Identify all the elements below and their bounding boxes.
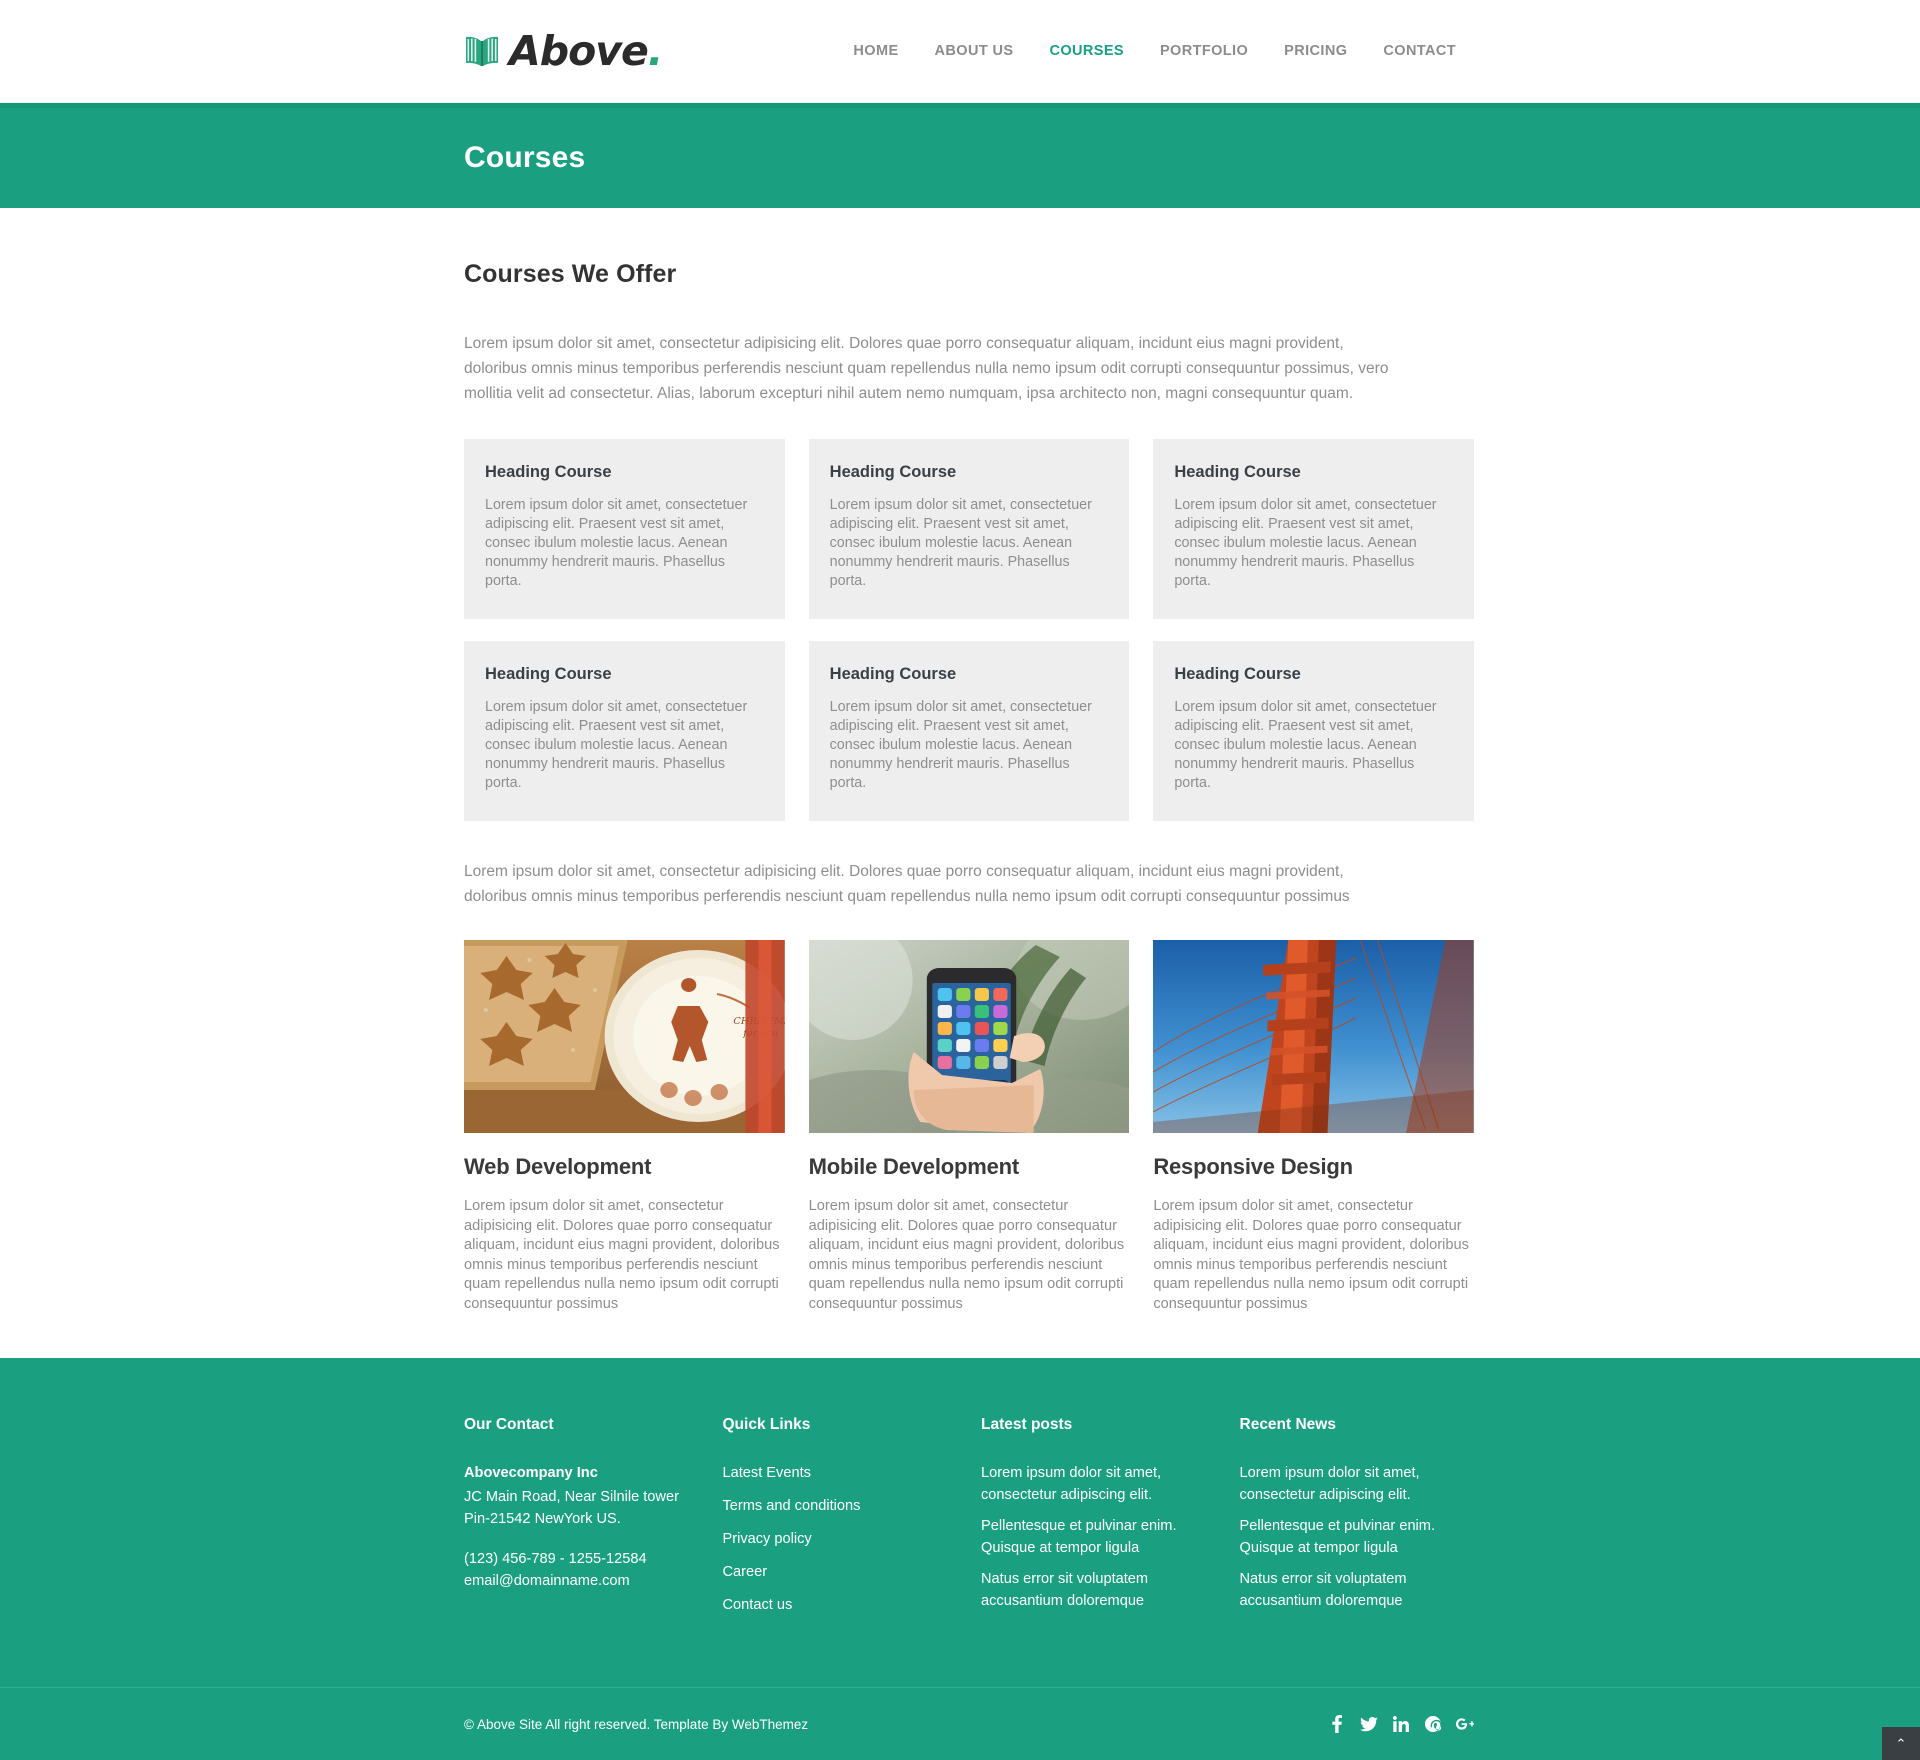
main-navigation[interactable]: HOME ABOUT US COURSES PORTFOLIO PRICING … xyxy=(835,33,1474,69)
service-item: CHRISTMAS SWEETS for you Web Development… xyxy=(464,940,785,1314)
course-card-text: Lorem ipsum dolor sit amet, consectetuer… xyxy=(829,497,1092,589)
facebook-icon[interactable] xyxy=(1328,1715,1346,1733)
chevron-up-icon: ⌃ xyxy=(1895,1735,1907,1751)
brand-logo[interactable]: Above. xyxy=(464,26,663,75)
course-card[interactable]: Heading Course Lorem ipsum dolor sit ame… xyxy=(1153,641,1474,821)
service-grid: CHRISTMAS SWEETS for you Web Development… xyxy=(464,940,1474,1314)
course-card-text: Lorem ipsum dolor sit amet, consectetuer… xyxy=(485,497,748,589)
nav-item-about-us[interactable]: ABOUT US xyxy=(917,33,1032,69)
section-title: Courses We Offer xyxy=(464,260,677,288)
course-card-text: Lorem ipsum dolor sit amet, consectetuer… xyxy=(485,699,748,791)
golden-gate-bridge-photo[interactable] xyxy=(1153,940,1474,1133)
course-card-title: Heading Course xyxy=(829,665,957,683)
footer-heading-recent-news: Recent News xyxy=(1239,1416,1336,1433)
footer-column-quick-links: Quick Links Latest Events Terms and cond… xyxy=(723,1414,958,1627)
course-card-title: Heading Course xyxy=(1174,665,1301,683)
course-card[interactable]: Heading Course Lorem ipsum dolor sit ame… xyxy=(808,641,1130,821)
main-container: Courses We Offer Lorem ipsum dolor sit a… xyxy=(390,260,1530,1314)
service-text: Lorem ipsum dolor sit amet, consectetur … xyxy=(808,1198,1125,1312)
service-title: Responsive Design xyxy=(1153,1154,1353,1179)
footer-bottom-inner: © Above Site All right reserved. Templat… xyxy=(390,1688,1530,1760)
contact-phone[interactable]: (123) 456-789 - 1255-12584 xyxy=(464,1548,699,1570)
service-text: Lorem ipsum dolor sit amet, consectetur … xyxy=(1153,1198,1469,1312)
course-card-text: Lorem ipsum dolor sit amet, consectetuer… xyxy=(1174,699,1437,791)
nav-item-pricing[interactable]: PRICING xyxy=(1266,33,1365,69)
footer-column-recent-news: Recent News Lorem ipsum dolor sit amet, … xyxy=(1240,1414,1475,1627)
address-line-2: Pin-21542 NewYork US. xyxy=(464,1511,621,1527)
course-card-grid: Heading Course Lorem ipsum dolor sit ame… xyxy=(464,439,1474,821)
footer-heading-quick-links: Quick Links xyxy=(722,1416,811,1433)
recent-news-item[interactable]: Natus error sit voluptatem accusantium d… xyxy=(1240,1568,1475,1612)
address-line-1: JC Main Road, Near Silnile tower xyxy=(464,1489,679,1505)
open-book-icon xyxy=(464,34,500,68)
brand-name: Above. xyxy=(509,26,663,75)
course-card-title: Heading Course xyxy=(1174,463,1301,481)
footer-column-our-contact: Our Contact Abovecompany Inc JC Main Roa… xyxy=(464,1414,699,1627)
banner-inner: Courses xyxy=(390,141,1530,175)
intro-paragraph: Lorem ipsum dolor sit amet, consectetur … xyxy=(464,335,1389,402)
scroll-to-top-button[interactable]: ⌃ xyxy=(1882,1727,1920,1760)
latest-post-item[interactable]: Natus error sit voluptatem accusantium d… xyxy=(981,1568,1216,1612)
latest-post-item[interactable]: Lorem ipsum dolor sit amet, consectetur … xyxy=(981,1462,1216,1506)
course-card[interactable]: Heading Course Lorem ipsum dolor sit ame… xyxy=(464,439,785,619)
course-card[interactable]: Heading Course Lorem ipsum dolor sit ame… xyxy=(464,641,785,821)
footer-heading-latest-posts: Latest posts xyxy=(981,1416,1073,1433)
course-card-text: Lorem ipsum dolor sit amet, consectetuer… xyxy=(1174,497,1437,589)
nav-item-contact[interactable]: CONTACT xyxy=(1365,33,1474,69)
footer-bottom-bar: © Above Site All right reserved. Templat… xyxy=(0,1687,1920,1760)
page-banner: Courses xyxy=(0,103,1920,208)
service-title: Web Development xyxy=(464,1154,652,1179)
linkedin-icon[interactable] xyxy=(1392,1715,1410,1733)
course-card-title: Heading Course xyxy=(829,463,957,481)
hand-holding-smartphone-photo[interactable] xyxy=(808,940,1130,1133)
site-header: Above. HOME ABOUT US COURSES PORTFOLIO P… xyxy=(0,0,1920,103)
main-content: Courses We Offer Lorem ipsum dolor sit a… xyxy=(0,208,1920,1358)
social-links xyxy=(1328,1715,1474,1733)
service-item: Responsive Design Lorem ipsum dolor sit … xyxy=(1153,940,1474,1314)
service-item: Mobile Development Lorem ipsum dolor sit… xyxy=(808,940,1130,1314)
nav-item-courses[interactable]: COURSES xyxy=(1031,33,1142,69)
pinterest-icon[interactable] xyxy=(1424,1715,1442,1733)
latest-post-item[interactable]: Pellentesque et pulvinar enim. Quisque a… xyxy=(981,1515,1216,1559)
site-footer: Our Contact Abovecompany Inc JC Main Roa… xyxy=(0,1358,1920,1760)
recent-news-item[interactable]: Pellentesque et pulvinar enim. Quisque a… xyxy=(1240,1515,1475,1559)
recent-news-item[interactable]: Lorem ipsum dolor sit amet, consectetur … xyxy=(1240,1462,1475,1506)
quick-link-terms-and-conditions[interactable]: Terms and conditions xyxy=(723,1495,958,1517)
course-card[interactable]: Heading Course Lorem ipsum dolor sit ame… xyxy=(1153,439,1474,619)
gingerbread-cookies-photo[interactable]: CHRISTMAS SWEETS for you xyxy=(464,940,785,1133)
footer-columns: Our Contact Abovecompany Inc JC Main Roa… xyxy=(390,1414,1530,1687)
company-name: Abovecompany Inc xyxy=(464,1465,598,1481)
footer-heading-our-contact: Our Contact xyxy=(464,1416,554,1433)
footer-column-latest-posts: Latest posts Lorem ipsum dolor sit amet,… xyxy=(981,1414,1216,1627)
header-inner: Above. HOME ABOUT US COURSES PORTFOLIO P… xyxy=(390,26,1530,75)
course-card-title: Heading Course xyxy=(485,463,612,481)
page-root: Above. HOME ABOUT US COURSES PORTFOLIO P… xyxy=(0,0,1920,1760)
nav-item-portfolio[interactable]: PORTFOLIO xyxy=(1142,33,1266,69)
nav-item-home[interactable]: HOME xyxy=(835,33,916,69)
copyright-text: © Above Site All right reserved. Templat… xyxy=(464,1716,809,1732)
secondary-paragraph: Lorem ipsum dolor sit amet, consectetur … xyxy=(464,863,1350,905)
quick-link-latest-events[interactable]: Latest Events xyxy=(723,1462,958,1484)
quick-link-privacy-policy[interactable]: Privacy policy xyxy=(723,1528,958,1550)
service-title: Mobile Development xyxy=(808,1154,1020,1179)
quick-link-contact-us[interactable]: Contact us xyxy=(723,1594,958,1616)
course-card-title: Heading Course xyxy=(485,665,612,683)
quick-link-career[interactable]: Career xyxy=(723,1561,958,1583)
twitter-icon[interactable] xyxy=(1360,1715,1378,1733)
page-title: Courses xyxy=(464,141,586,174)
google-plus-icon[interactable] xyxy=(1456,1715,1474,1733)
service-text: Lorem ipsum dolor sit amet, consectetur … xyxy=(464,1198,780,1312)
contact-email[interactable]: email@domainname.com xyxy=(464,1570,699,1592)
course-card[interactable]: Heading Course Lorem ipsum dolor sit ame… xyxy=(808,439,1130,619)
course-card-text: Lorem ipsum dolor sit amet, consectetuer… xyxy=(829,699,1092,791)
brand-dot: . xyxy=(647,26,664,75)
